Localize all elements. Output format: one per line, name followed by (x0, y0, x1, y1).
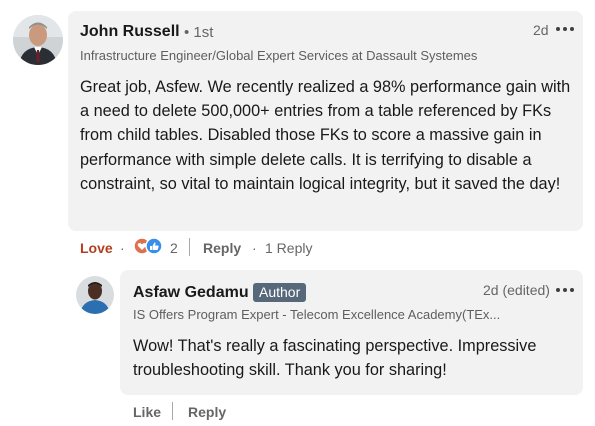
like-icon (145, 237, 163, 255)
reply-button[interactable]: Reply (203, 240, 241, 256)
author-badge: Author (253, 283, 307, 302)
separator-dot-2: · (252, 240, 257, 256)
avatar-asfaw-gedamu[interactable] (76, 276, 114, 314)
love-reaction-button[interactable]: Love (80, 240, 113, 256)
view-replies-link[interactable]: 1 Reply (265, 240, 312, 256)
reply-author-name[interactable]: Asfaw Gedamu (133, 284, 249, 302)
comment-author-headline: Infrastructure Engineer/Global Expert Se… (80, 48, 478, 63)
reply-author-headline: IS Offers Program Expert - Telecom Excel… (133, 307, 501, 322)
action-divider (189, 238, 190, 256)
separator-dot: · (120, 240, 125, 256)
reaction-count[interactable]: 2 (170, 240, 178, 256)
connection-degree: • 1st (184, 24, 214, 41)
reply-to-reply-button[interactable]: Reply (188, 404, 226, 420)
reply-timestamp: 2d (edited) (483, 282, 550, 298)
connection-degree-value: 1st (193, 24, 214, 41)
reply-action-divider (172, 402, 173, 420)
comment-text: Great job, Asfew. We recently realized a… (80, 78, 571, 193)
comment-author-name[interactable]: John Russell (80, 23, 180, 41)
reaction-icons[interactable] (133, 237, 169, 255)
comment-more-options-icon[interactable] (556, 27, 574, 31)
reply-text: Wow! That's really a fascinating perspec… (133, 337, 537, 380)
comment-timestamp: 2d (533, 22, 549, 38)
reply-more-options-icon[interactable] (556, 288, 574, 292)
like-button[interactable]: Like (133, 404, 161, 420)
avatar-john-russell[interactable] (13, 15, 63, 65)
